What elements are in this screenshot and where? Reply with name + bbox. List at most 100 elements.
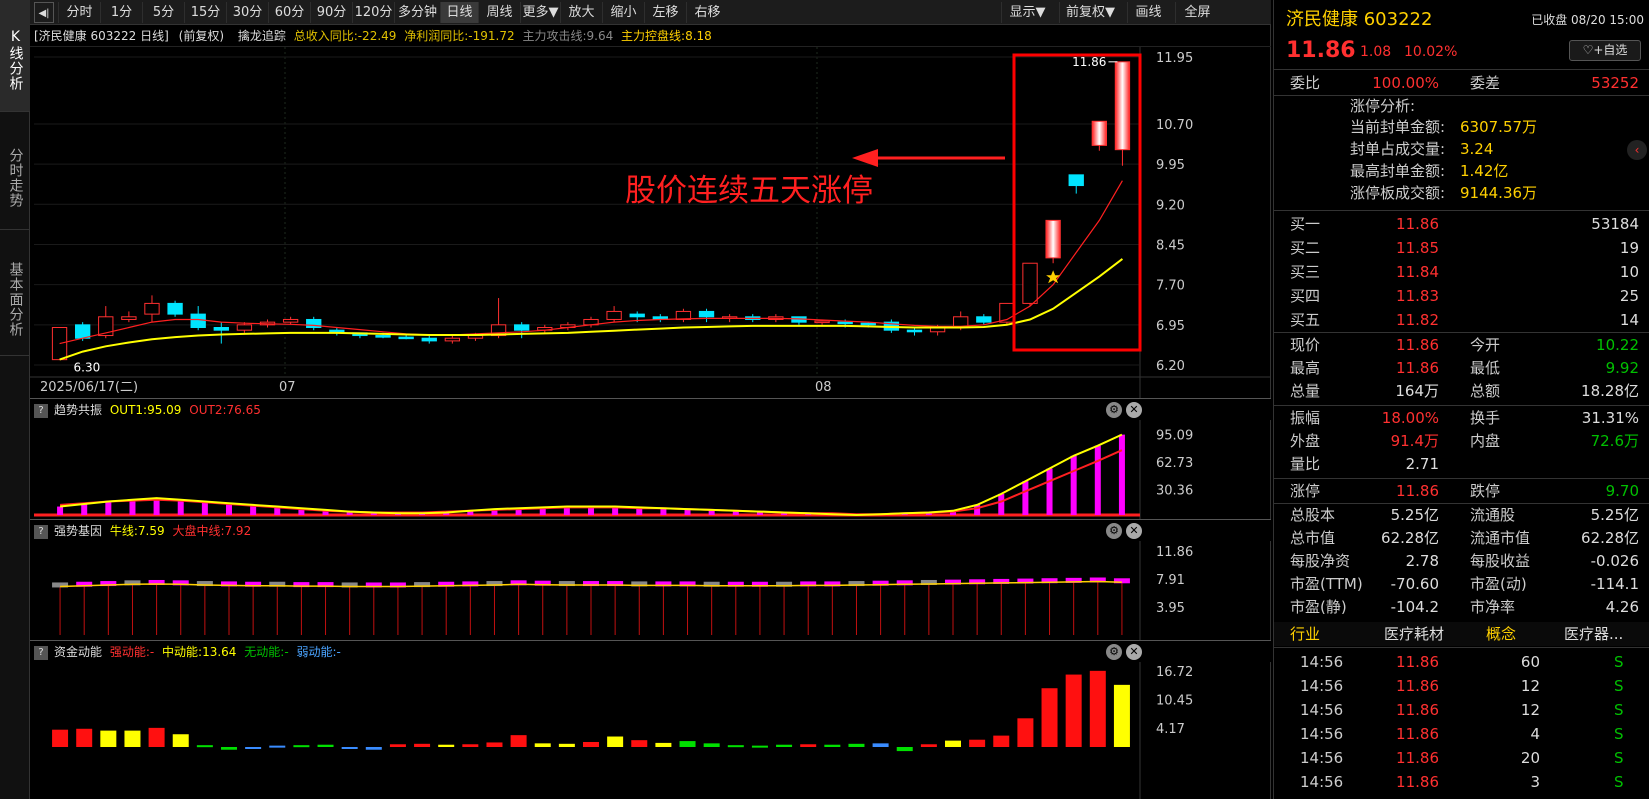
low-price-label: 6.30 xyxy=(74,361,101,375)
period-button[interactable]: 放大 xyxy=(560,2,602,23)
quote-value: 18.28亿 xyxy=(1581,382,1639,400)
money-bar xyxy=(124,730,141,747)
limit-analysis-row: 最高封单金额: 1.42亿 xyxy=(1274,160,1649,182)
limit-analysis-row: 封单占成交量: 3.24 xyxy=(1274,138,1649,160)
period-button[interactable]: 左移 xyxy=(644,2,686,23)
trend-bar xyxy=(81,504,88,515)
quote-key: 振幅 xyxy=(1290,409,1321,427)
toolbar-right-button[interactable]: 画线 xyxy=(1127,2,1169,23)
candle-body xyxy=(398,336,414,340)
money-bar xyxy=(293,745,310,748)
bid-row[interactable]: 买三 11.84 10 xyxy=(1274,260,1649,284)
help-icon[interactable]: ? xyxy=(34,645,48,660)
quote-key: 市盈(静) xyxy=(1290,598,1347,616)
quote-key: 每股收益 xyxy=(1470,552,1531,570)
period-button[interactable]: 120分 xyxy=(352,2,394,23)
trend-bar xyxy=(105,501,112,515)
period-button[interactable]: 日线 xyxy=(440,2,478,23)
period-button[interactable]: 15分 xyxy=(184,2,226,23)
period-button[interactable]: 90分 xyxy=(310,2,352,23)
toolbar-right-button[interactable]: 前复权▼ xyxy=(1059,2,1121,23)
period-button[interactable]: 60分 xyxy=(268,2,310,23)
bid-volume: 14 xyxy=(1619,311,1639,329)
panel-money-header: ? 资金动能 强动能:- 中动能:13.64 无动能:- 弱动能:- ⚙ ✕ xyxy=(30,640,1271,662)
panel-trend-name[interactable]: 趋势共振 xyxy=(54,403,102,417)
panel-axis-label: 4.17 xyxy=(1156,722,1185,737)
tick-row: 14:56 11.86 4 S xyxy=(1274,722,1649,746)
period-button[interactable]: 更多▼ xyxy=(520,2,560,23)
quote-value: -114.1 xyxy=(1590,575,1639,593)
back-arrow-icon[interactable]: ◀| xyxy=(34,2,54,23)
bid-row[interactable]: 买四 11.83 25 xyxy=(1274,284,1649,308)
order-ratio-label: 委比 xyxy=(1290,74,1321,92)
period-button[interactable]: 周线 xyxy=(478,2,520,23)
limit-analysis: 涨停分析: 当前封单金额: 6307.57万 封单占成交量: 3.24 最高封单金额: 1… xyxy=(1274,96,1649,206)
panel-money-name[interactable]: 资金动能 xyxy=(54,645,102,659)
tick-side: S xyxy=(1614,725,1624,743)
money-bar xyxy=(365,747,382,750)
gear-icon[interactable]: ⚙ xyxy=(1106,523,1122,539)
money-bar xyxy=(1017,718,1034,747)
tab-kline-label: K线分析 xyxy=(7,28,24,91)
industry-value[interactable]: 医疗耗材 xyxy=(1384,622,1444,646)
candle-body xyxy=(282,318,299,323)
money-bar xyxy=(389,744,406,747)
candle-body xyxy=(629,313,645,318)
add-favorite-button[interactable]: ♡+自选 xyxy=(1569,40,1641,61)
gear-icon[interactable]: ⚙ xyxy=(1106,402,1122,418)
period-button[interactable]: 多分钟 xyxy=(394,2,440,23)
period-button[interactable]: 30分 xyxy=(226,2,268,23)
bid-row[interactable]: 买二 11.85 19 xyxy=(1274,236,1649,260)
toolbar-right-button[interactable]: 显示▼ xyxy=(1001,2,1053,23)
money-bar xyxy=(196,745,213,748)
close-icon[interactable]: ✕ xyxy=(1126,402,1142,418)
tab-timeshare[interactable]: 分时走势 xyxy=(0,118,30,230)
limit-value: 3.24 xyxy=(1460,140,1494,158)
trend-bar xyxy=(177,499,184,515)
candle-body xyxy=(444,337,461,342)
limit-key: 当前封单金额: xyxy=(1350,118,1446,136)
panel-strong-bull: 牛线:7.59 xyxy=(109,524,165,538)
panel-strong-name[interactable]: 强势基因 xyxy=(54,524,102,538)
order-ratio-row: 委比 100.00% 委差 53252 xyxy=(1274,71,1649,95)
collapse-arrow-icon[interactable]: ‹ xyxy=(1627,140,1647,160)
limit-value: 1.42亿 xyxy=(1460,162,1509,180)
money-bar xyxy=(172,734,189,747)
quote-value: 5.25亿 xyxy=(1590,506,1639,524)
period-button[interactable]: 缩小 xyxy=(602,2,644,23)
tick-price: 11.86 xyxy=(1396,653,1439,671)
bid-row[interactable]: 买五 11.82 14 xyxy=(1274,308,1649,332)
fundamentals-grid: 总股本 5.25亿 流通股 5.25亿 总市值 62.28亿 流通市值 62.28亿 每股净资 2… xyxy=(1274,503,1649,623)
market-status: 已收盘 08/20 15:00 xyxy=(1531,13,1644,27)
toolbar-right-button[interactable]: 全屏 xyxy=(1175,2,1219,23)
help-icon[interactable]: ? xyxy=(34,403,48,418)
bid-book: 买一 11.86 53184 买二 11.85 19 买三 11.84 10 买四 11.83 25 买… xyxy=(1274,212,1649,332)
money-bar xyxy=(462,744,479,747)
tab-fundamentals[interactable]: 基本面分析 xyxy=(0,236,30,356)
tick-price: 11.86 xyxy=(1396,701,1439,719)
period-button[interactable]: 1分 xyxy=(100,2,142,23)
period-button[interactable]: 右移 xyxy=(686,2,728,23)
bid-price: 11.85 xyxy=(1396,239,1439,257)
period-button[interactable]: 5分 xyxy=(142,2,184,23)
quote-value: 9.92 xyxy=(1605,359,1639,377)
quote-value: 62.28亿 xyxy=(1381,529,1439,547)
gear-icon[interactable]: ⚙ xyxy=(1106,644,1122,660)
close-icon[interactable]: ✕ xyxy=(1126,523,1142,539)
concept-value[interactable]: 医疗器... xyxy=(1564,622,1623,646)
quote-key: 总量 xyxy=(1290,382,1321,400)
tab-kline[interactable]: K线分析 xyxy=(0,0,30,112)
money-bar xyxy=(607,736,624,747)
close-icon[interactable]: ✕ xyxy=(1126,644,1142,660)
bid-row[interactable]: 买一 11.86 53184 xyxy=(1274,212,1649,236)
period-button[interactable]: 分时 xyxy=(58,2,100,23)
tick-time: 14:56 xyxy=(1300,773,1344,791)
money-bar xyxy=(317,744,334,747)
panel-strong-market: 大盘中线:7.92 xyxy=(172,524,252,538)
limit-key: 最高封单金额: xyxy=(1350,162,1446,180)
help-icon[interactable]: ? xyxy=(34,524,48,539)
order-diff-label: 委差 xyxy=(1470,74,1501,92)
money-bar xyxy=(486,742,503,747)
quote-key: 每股净资 xyxy=(1290,552,1351,570)
quote-value: 11.86 xyxy=(1396,359,1439,377)
